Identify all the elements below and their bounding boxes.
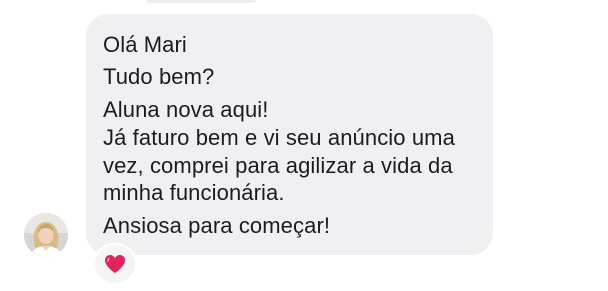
reaction-badge[interactable] <box>95 245 135 283</box>
message-line: Olá Mari <box>103 32 187 57</box>
message-line: vez, comprei para agilizar a vida da <box>103 153 453 178</box>
message-line: Tudo bem? <box>103 64 215 89</box>
chat-thread: Olá Mari Tudo bem? Aluna nova aqui! Já f… <box>0 0 608 291</box>
red-heart-icon <box>105 255 125 273</box>
sender-avatar[interactable] <box>24 213 68 257</box>
message-line: Ansiosa para começar! <box>103 213 331 238</box>
previous-element-edge <box>146 0 256 3</box>
message-bubble[interactable]: Olá Mari Tudo bem? Aluna nova aqui! Já f… <box>86 14 493 255</box>
message-line: Já faturo bem e vi seu anúncio uma <box>103 125 455 150</box>
message-line: Aluna nova aqui! <box>103 97 269 122</box>
message-line: minha funcionária. <box>103 180 285 205</box>
avatar-photo-icon <box>24 213 68 257</box>
